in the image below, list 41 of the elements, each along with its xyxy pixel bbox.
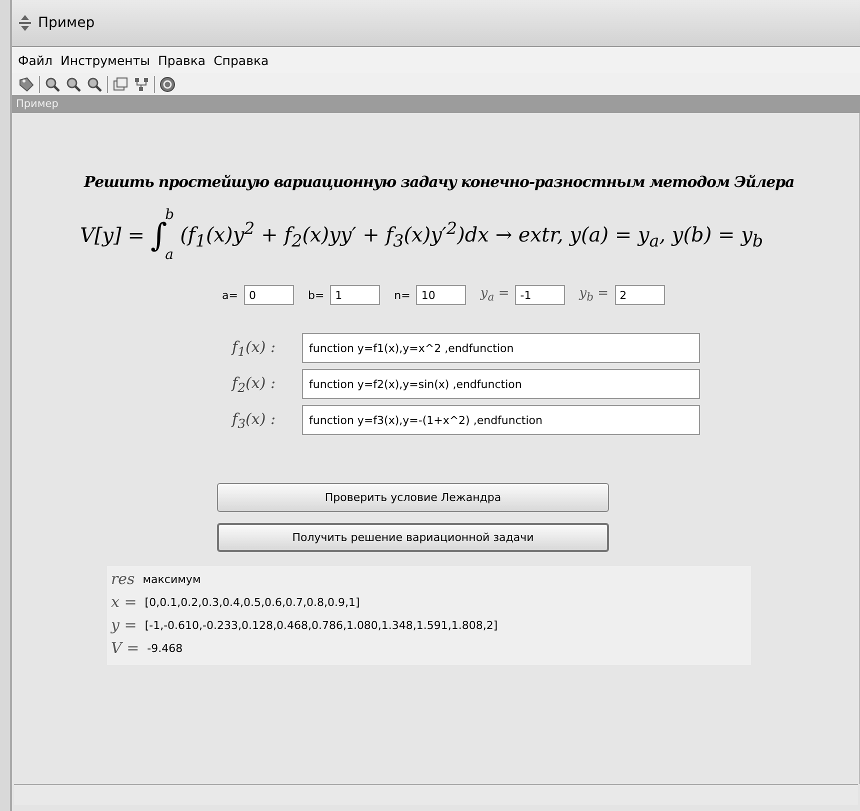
result-label: y = <box>111 616 137 634</box>
windows-icon[interactable] <box>112 76 129 92</box>
parameter-field[interactable]: 10 <box>416 285 466 305</box>
parameter-field[interactable]: -1 <box>515 285 566 305</box>
action-button[interactable]: Получить решение вариационной задачи <box>217 523 609 552</box>
menu-item[interactable]: Справка <box>214 52 269 68</box>
parameter-label: y$_{a}$ = <box>480 286 510 304</box>
parameter-label: y$_{b}$ = <box>579 286 609 304</box>
result-value: [0,0.1,0.2,0.3,0.4,0.5,0.6,0.7,0.8,0.9,1] <box>144 596 360 608</box>
zoom-icon[interactable] <box>44 76 61 92</box>
result-label: res <box>111 570 135 588</box>
function-field[interactable]: function y=f1(x),y=x^2 ,endfunction <box>302 333 700 363</box>
function-field[interactable]: function y=f2(x),y=sin(x) ,endfunction <box>302 369 700 399</box>
parameter-field[interactable]: 1 <box>330 285 380 305</box>
menu-item[interactable]: Правка <box>158 52 206 68</box>
subwindow-title-bar: Пример <box>12 95 860 113</box>
parameter-label: b= <box>308 288 324 302</box>
result-label: V = <box>111 639 140 657</box>
help-icon[interactable] <box>159 76 176 92</box>
result-value: максимум <box>142 572 201 586</box>
action-button[interactable]: Проверить условие Лежандра <box>217 483 609 512</box>
function-label: f$_{3}$(x) : <box>232 410 277 430</box>
result-label: x = <box>111 593 137 611</box>
tag-icon[interactable] <box>18 76 35 92</box>
menu-item[interactable]: Инструменты <box>60 52 150 68</box>
function-label: f$_{2}$(x) : <box>232 374 277 394</box>
menu-item[interactable]: Файл <box>18 52 53 68</box>
parameter-label: n= <box>394 288 410 302</box>
result-value: -9.468 <box>147 642 183 654</box>
app-icon <box>18 15 32 31</box>
zoom-icon[interactable] <box>65 76 82 92</box>
zoom-icon[interactable] <box>86 76 103 92</box>
parameter-field[interactable]: 0 <box>244 285 294 305</box>
parameter-field[interactable]: 2 <box>614 285 665 305</box>
result-value: [-1,-0.610,-0.233,0.128,0.468,0.786,1.080,1.348,1.591,1.808,2] <box>144 618 498 632</box>
tree-icon[interactable] <box>133 76 150 92</box>
heading: Решить простейшую вариационную задачу конечно-разностным методом Эйлера <box>84 173 794 191</box>
parameter-label: a= <box>222 288 238 302</box>
window-title: Пример <box>38 15 95 31</box>
function-field[interactable]: function y=f3(x),y=-(1+x^2) ,endfunction <box>302 405 700 435</box>
function-label: f$_{1}$(x) : <box>232 338 277 358</box>
